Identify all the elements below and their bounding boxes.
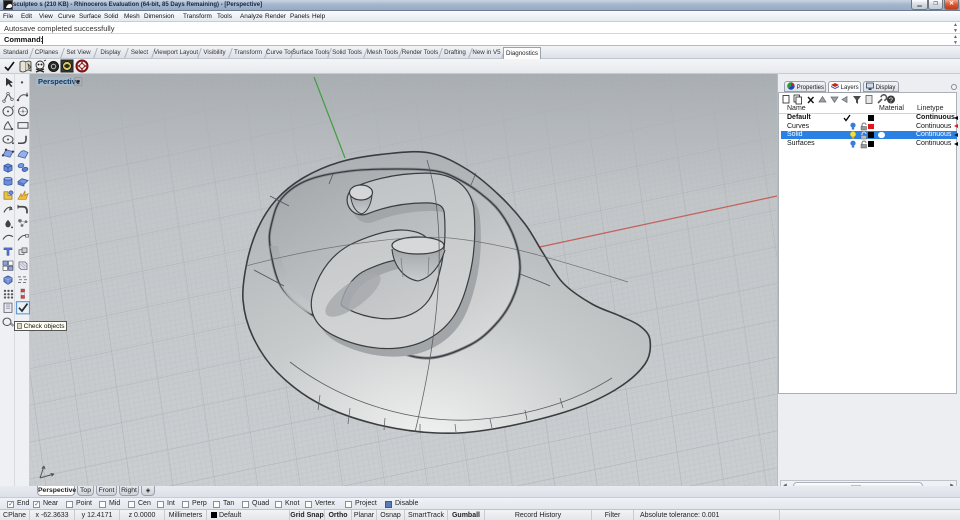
svg-text:?: ? (889, 97, 893, 104)
svg-text:Perspective: Perspective (38, 77, 80, 86)
